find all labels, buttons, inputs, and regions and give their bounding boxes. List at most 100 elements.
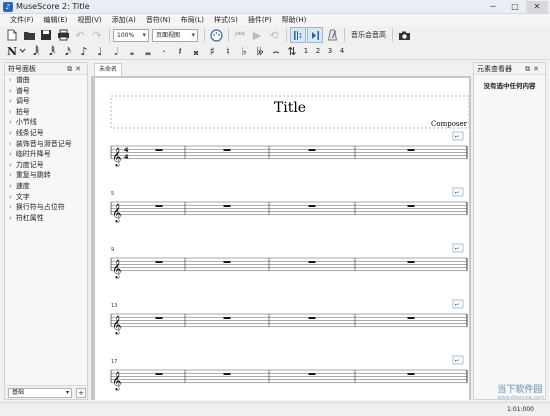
sharp-icon[interactable]: ♯ [204, 44, 220, 59]
redo-icon[interactable]: ↷ [89, 27, 105, 43]
panel-float-close-icon[interactable]: ⧉✕ [67, 63, 84, 75]
note-input-mode-icon[interactable]: N [6, 44, 28, 59]
palette-item[interactable]: › 调号 [5, 96, 87, 107]
whole-rest[interactable] [223, 317, 231, 319]
augmentation-dot-icon[interactable]: · [156, 44, 172, 59]
undo-icon[interactable]: ↶ [72, 27, 88, 43]
whole-rest[interactable] [308, 261, 316, 263]
whole-rest[interactable] [308, 149, 316, 151]
palette-item[interactable]: › 临时升降号 [5, 149, 87, 160]
score-title[interactable]: Title [274, 100, 306, 116]
close-button[interactable]: ✕ [526, 1, 548, 13]
treble-clef-icon[interactable]: 𝄞 [112, 147, 121, 167]
whole-rest[interactable] [308, 373, 316, 375]
menu-layout[interactable]: 布局(L) [176, 14, 209, 26]
half-note-icon[interactable]: 𝅗𝅥 [108, 44, 124, 59]
treble-clef-icon[interactable]: 𝄞 [112, 371, 121, 391]
add-workspace-button[interactable]: + [76, 388, 86, 398]
score-tab[interactable]: 未命名 [94, 63, 123, 76]
menu-plugins[interactable]: 插件(P) [243, 14, 277, 26]
menu-notes[interactable]: 音符(N) [141, 14, 176, 26]
treble-clef-icon[interactable]: 𝄞 [112, 203, 121, 223]
line-break-icon[interactable]: ↵ [452, 299, 464, 309]
rewind-icon[interactable]: ⏮ [232, 27, 248, 43]
palette-item[interactable]: › 速度 [5, 181, 87, 192]
score-composer[interactable]: Composer [431, 120, 468, 128]
menu-help[interactable]: 帮助(H) [277, 14, 312, 26]
palette-item[interactable]: › 谱曲 [5, 75, 87, 86]
palette-item[interactable]: › 文字 [5, 192, 87, 203]
whole-rest[interactable] [407, 317, 415, 319]
score-page[interactable]: Title Composer 𝄞 4 4 ↵ 𝄞 5 ↵ 𝄞 9 ↵ 𝄞 13 ↵ 𝄞 17 ↵ [95, 78, 470, 400]
flip-direction-icon[interactable]: ⇅ [284, 44, 300, 59]
tie-icon[interactable]: ⌢ [268, 44, 284, 59]
voice-2-button[interactable]: 2 [312, 44, 324, 59]
rest-icon[interactable]: 𝄽 [172, 44, 188, 59]
whole-rest[interactable] [155, 373, 163, 375]
sixty-fourth-note-icon[interactable]: 𝅘𝅥𝅲 [28, 44, 44, 59]
voice-4-button[interactable]: 4 [336, 44, 348, 59]
menu-edit[interactable]: 编辑(E) [39, 14, 73, 26]
palette-item[interactable]: › 拍号 [5, 107, 87, 118]
whole-rest[interactable] [155, 205, 163, 207]
menu-style[interactable]: 样式(S) [209, 14, 243, 26]
score-canvas[interactable]: Title Composer 𝄞 4 4 ↵ 𝄞 5 ↵ 𝄞 9 ↵ 𝄞 13 ↵ 𝄞 17 ↵ [91, 76, 471, 400]
metronome-icon[interactable] [324, 27, 340, 43]
line-break-icon[interactable]: ↵ [452, 243, 464, 253]
menu-view[interactable]: 视图(V) [72, 14, 106, 26]
natural-icon[interactable]: ♮ [220, 44, 236, 59]
flat-icon[interactable]: ♭ [236, 44, 252, 59]
thirty-second-note-icon[interactable]: 𝅘𝅥𝅱 [44, 44, 60, 59]
voice-3-button[interactable]: 3 [324, 44, 336, 59]
whole-rest[interactable] [308, 317, 316, 319]
play-icon[interactable]: ▶ [249, 27, 265, 43]
sixteenth-note-icon[interactable]: 𝅘𝅥𝅯 [60, 44, 76, 59]
loop-icon[interactable]: ⟲ [266, 27, 282, 43]
open-folder-icon[interactable] [21, 27, 37, 43]
minimize-button[interactable]: ─ [482, 1, 504, 13]
whole-rest[interactable] [407, 373, 415, 375]
save-icon[interactable] [38, 27, 54, 43]
voice-1-button[interactable]: 1 [300, 44, 312, 59]
palette-item[interactable]: › 重复与跳转 [5, 170, 87, 181]
treble-clef-icon[interactable]: 𝄞 [112, 315, 121, 335]
midi-input-icon[interactable] [208, 27, 224, 43]
play-repeats-icon[interactable] [290, 27, 306, 43]
print-icon[interactable] [55, 27, 71, 43]
whole-rest[interactable] [407, 205, 415, 207]
panel-float-close-icon[interactable]: ⧉✕ [525, 63, 542, 75]
line-break-icon[interactable]: ↵ [452, 187, 464, 197]
workspace-select[interactable]: 基础 [8, 388, 72, 398]
palette-item[interactable]: › 换行符与占位符 [5, 202, 87, 213]
palette-item[interactable]: › 装饰音与滑音记号 [5, 139, 87, 150]
palette-item[interactable]: › 谱号 [5, 86, 87, 97]
line-break-icon[interactable]: ↵ [452, 131, 464, 141]
whole-note-icon[interactable]: 𝅝 [124, 44, 140, 59]
quarter-note-icon[interactable]: ♩ [92, 44, 108, 59]
whole-rest[interactable] [308, 205, 316, 207]
double-whole-note-icon[interactable]: 𝅜 [140, 44, 156, 59]
whole-rest[interactable] [155, 261, 163, 263]
concert-pitch-button[interactable]: 音乐会音高 [348, 30, 389, 40]
menu-file[interactable]: 文件(F) [5, 14, 39, 26]
zoom-select[interactable]: 100% [113, 28, 149, 42]
image-capture-icon[interactable] [396, 27, 412, 43]
palette-item[interactable]: › 小节线 [5, 117, 87, 128]
whole-rest[interactable] [407, 149, 415, 151]
double-flat-icon[interactable]: 𝄫 [252, 44, 268, 59]
pan-score-icon[interactable] [307, 27, 323, 43]
time-signature-bottom[interactable]: 4 [124, 153, 129, 161]
maximize-button[interactable]: □ [504, 1, 526, 13]
palette-item[interactable]: › 力度记号 [5, 160, 87, 171]
whole-rest[interactable] [155, 317, 163, 319]
line-break-icon[interactable]: ↵ [452, 355, 464, 365]
eighth-note-icon[interactable]: ♪ [76, 44, 92, 59]
view-mode-select[interactable]: 页面视图 [152, 28, 198, 42]
menu-add[interactable]: 添加(A) [107, 14, 141, 26]
palette-item[interactable]: › 符杠属性 [5, 213, 87, 224]
whole-rest[interactable] [407, 261, 415, 263]
whole-rest[interactable] [223, 149, 231, 151]
whole-rest[interactable] [223, 261, 231, 263]
whole-rest[interactable] [223, 373, 231, 375]
new-file-icon[interactable] [4, 27, 20, 43]
